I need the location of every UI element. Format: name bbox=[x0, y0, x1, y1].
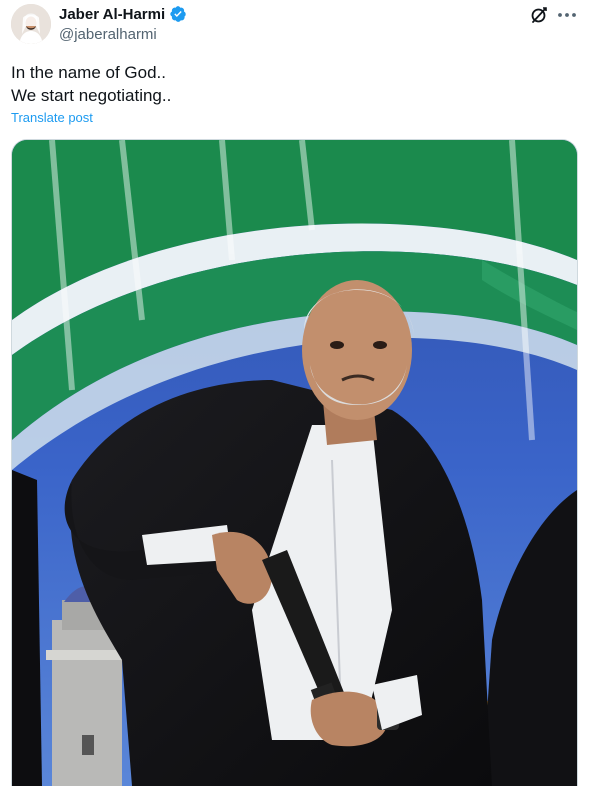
photo-illustration bbox=[12, 140, 577, 786]
avatar-portrait bbox=[11, 4, 51, 44]
post-text: In the name of God.. We start negotiatin… bbox=[11, 61, 571, 107]
more-options-icon[interactable] bbox=[556, 5, 578, 25]
author-avatar[interactable] bbox=[11, 4, 51, 44]
post-header: Jaber Al-Harmi @jaberalharmi bbox=[59, 4, 499, 43]
author-handle[interactable]: @jaberalharmi bbox=[59, 26, 499, 43]
name-row: Jaber Al-Harmi bbox=[59, 4, 499, 24]
verified-badge-icon[interactable] bbox=[169, 5, 187, 23]
post-card: Jaber Al-Harmi @jaberalharmi In the name… bbox=[0, 0, 589, 786]
post-text-line-1: In the name of God.. bbox=[11, 63, 166, 82]
grok-icon[interactable] bbox=[529, 5, 549, 25]
translate-post-link[interactable]: Translate post bbox=[11, 110, 93, 125]
post-text-line-2: We start negotiating.. bbox=[11, 86, 172, 105]
author-display-name[interactable]: Jaber Al-Harmi bbox=[59, 6, 165, 23]
post-media-image[interactable] bbox=[11, 139, 578, 786]
